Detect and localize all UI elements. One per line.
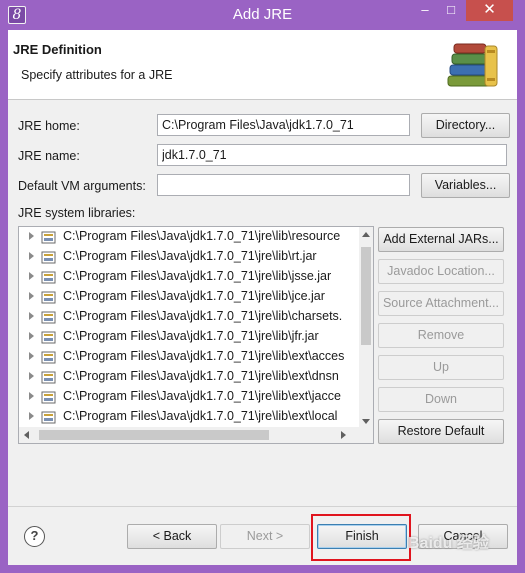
expand-chevron-icon[interactable] xyxy=(29,232,34,240)
expand-chevron-icon[interactable] xyxy=(29,312,34,320)
jar-file-icon xyxy=(41,371,56,384)
expand-chevron-icon[interactable] xyxy=(29,372,34,380)
scroll-left-arrow-icon[interactable] xyxy=(24,431,29,439)
close-button[interactable]: ✕ xyxy=(466,0,513,21)
minimize-button[interactable]: – xyxy=(412,0,438,21)
library-path: C:\Program Files\Java\jdk1.7.0_71\jre\li… xyxy=(63,389,341,403)
maximize-button[interactable]: □ xyxy=(438,0,464,21)
down-button[interactable]: Down xyxy=(378,387,504,412)
scrollbar-corner xyxy=(359,427,373,443)
library-path: C:\Program Files\Java\jdk1.7.0_71\jre\li… xyxy=(63,349,345,363)
library-path: C:\Program Files\Java\jdk1.7.0_71\jre\li… xyxy=(63,249,317,263)
vm-arguments-label: Default VM arguments: xyxy=(18,179,146,193)
add-jre-dialog: 8 Add JRE – □ ✕ JRE Definition Specify a… xyxy=(0,0,525,573)
add-external-jars-button[interactable]: Add External JARs... xyxy=(378,227,504,252)
library-path: C:\Program Files\Java\jdk1.7.0_71\jre\li… xyxy=(63,269,332,283)
jar-file-icon xyxy=(41,251,56,264)
dialog-body: JRE Definition Specify attributes for a … xyxy=(8,30,517,565)
source-attachment-button[interactable]: Source Attachment... xyxy=(378,291,504,316)
jre-home-input[interactable] xyxy=(157,114,410,136)
expand-chevron-icon[interactable] xyxy=(29,352,34,360)
jre-name-label: JRE name: xyxy=(18,149,80,163)
horizontal-scrollbar[interactable] xyxy=(19,427,373,443)
jar-file-icon xyxy=(41,271,56,284)
baidu-watermark: Baidu 经验 xyxy=(408,535,489,552)
expand-chevron-icon[interactable] xyxy=(29,412,34,420)
jar-file-icon xyxy=(41,231,56,244)
jar-file-icon xyxy=(41,411,56,424)
library-row[interactable]: C:\Program Files\Java\jdk1.7.0_71\jre\li… xyxy=(19,347,373,367)
library-path: C:\Program Files\Java\jdk1.7.0_71\jre\li… xyxy=(63,329,319,343)
header-banner: JRE Definition Specify attributes for a … xyxy=(8,30,517,100)
library-row[interactable]: C:\Program Files\Java\jdk1.7.0_71\jre\li… xyxy=(19,327,373,347)
library-path: C:\Program Files\Java\jdk1.7.0_71\jre\li… xyxy=(63,289,325,303)
expand-chevron-icon[interactable] xyxy=(29,332,34,340)
next-button[interactable]: Next > xyxy=(220,524,310,549)
library-books-icon xyxy=(447,43,498,87)
library-row[interactable]: C:\Program Files\Java\jdk1.7.0_71\jre\li… xyxy=(19,387,373,407)
library-path: C:\Program Files\Java\jdk1.7.0_71\jre\li… xyxy=(63,229,341,243)
library-path: C:\Program Files\Java\jdk1.7.0_71\jre\li… xyxy=(63,369,339,383)
library-row[interactable]: C:\Program Files\Java\jdk1.7.0_71\jre\li… xyxy=(19,287,373,307)
remove-button[interactable]: Remove xyxy=(378,323,504,348)
jar-file-icon xyxy=(41,291,56,304)
page-description: Specify attributes for a JRE xyxy=(21,68,173,82)
up-button[interactable]: Up xyxy=(378,355,504,380)
library-row[interactable]: C:\Program Files\Java\jdk1.7.0_71\jre\li… xyxy=(19,227,373,247)
expand-chevron-icon[interactable] xyxy=(29,252,34,260)
back-button[interactable]: < Back xyxy=(127,524,217,549)
expand-chevron-icon[interactable] xyxy=(29,272,34,280)
vm-arguments-input[interactable] xyxy=(157,174,410,196)
page-title: JRE Definition xyxy=(13,42,102,57)
library-path: C:\Program Files\Java\jdk1.7.0_71\jre\li… xyxy=(63,409,338,423)
scroll-down-arrow-icon[interactable] xyxy=(362,419,370,424)
horizontal-scroll-thumb[interactable] xyxy=(39,430,269,440)
library-row[interactable]: C:\Program Files\Java\jdk1.7.0_71\jre\li… xyxy=(19,267,373,287)
expand-chevron-icon[interactable] xyxy=(29,392,34,400)
title-bar[interactable]: 8 Add JRE – □ ✕ xyxy=(0,0,525,30)
jar-file-icon xyxy=(41,351,56,364)
finish-highlight-box xyxy=(311,514,411,561)
footer-separator xyxy=(8,506,517,507)
vertical-scroll-thumb[interactable] xyxy=(361,247,371,345)
jre-home-label: JRE home: xyxy=(18,119,80,133)
jar-file-icon xyxy=(41,311,56,324)
library-path: C:\Program Files\Java\jdk1.7.0_71\jre\li… xyxy=(63,309,343,323)
variables-button[interactable]: Variables... xyxy=(421,173,510,198)
jar-file-icon xyxy=(41,331,56,344)
system-libraries-list[interactable]: C:\Program Files\Java\jdk1.7.0_71\jre\li… xyxy=(18,226,374,444)
vertical-scrollbar[interactable] xyxy=(359,227,373,429)
expand-chevron-icon[interactable] xyxy=(29,292,34,300)
library-row[interactable]: C:\Program Files\Java\jdk1.7.0_71\jre\li… xyxy=(19,407,373,427)
jre-name-input[interactable] xyxy=(157,144,507,166)
help-icon[interactable]: ? xyxy=(24,526,45,547)
system-libraries-label: JRE system libraries: xyxy=(18,206,136,220)
scroll-up-arrow-icon[interactable] xyxy=(362,232,370,237)
library-row[interactable]: C:\Program Files\Java\jdk1.7.0_71\jre\li… xyxy=(19,307,373,327)
library-row[interactable]: C:\Program Files\Java\jdk1.7.0_71\jre\li… xyxy=(19,247,373,267)
javadoc-location-button[interactable]: Javadoc Location... xyxy=(378,259,504,284)
library-row[interactable]: C:\Program Files\Java\jdk1.7.0_71\jre\li… xyxy=(19,367,373,387)
jar-file-icon xyxy=(41,391,56,404)
restore-default-button[interactable]: Restore Default xyxy=(378,419,504,444)
scroll-right-arrow-icon[interactable] xyxy=(341,431,346,439)
directory-button[interactable]: Directory... xyxy=(421,113,510,138)
library-rows: C:\Program Files\Java\jdk1.7.0_71\jre\li… xyxy=(19,227,373,427)
